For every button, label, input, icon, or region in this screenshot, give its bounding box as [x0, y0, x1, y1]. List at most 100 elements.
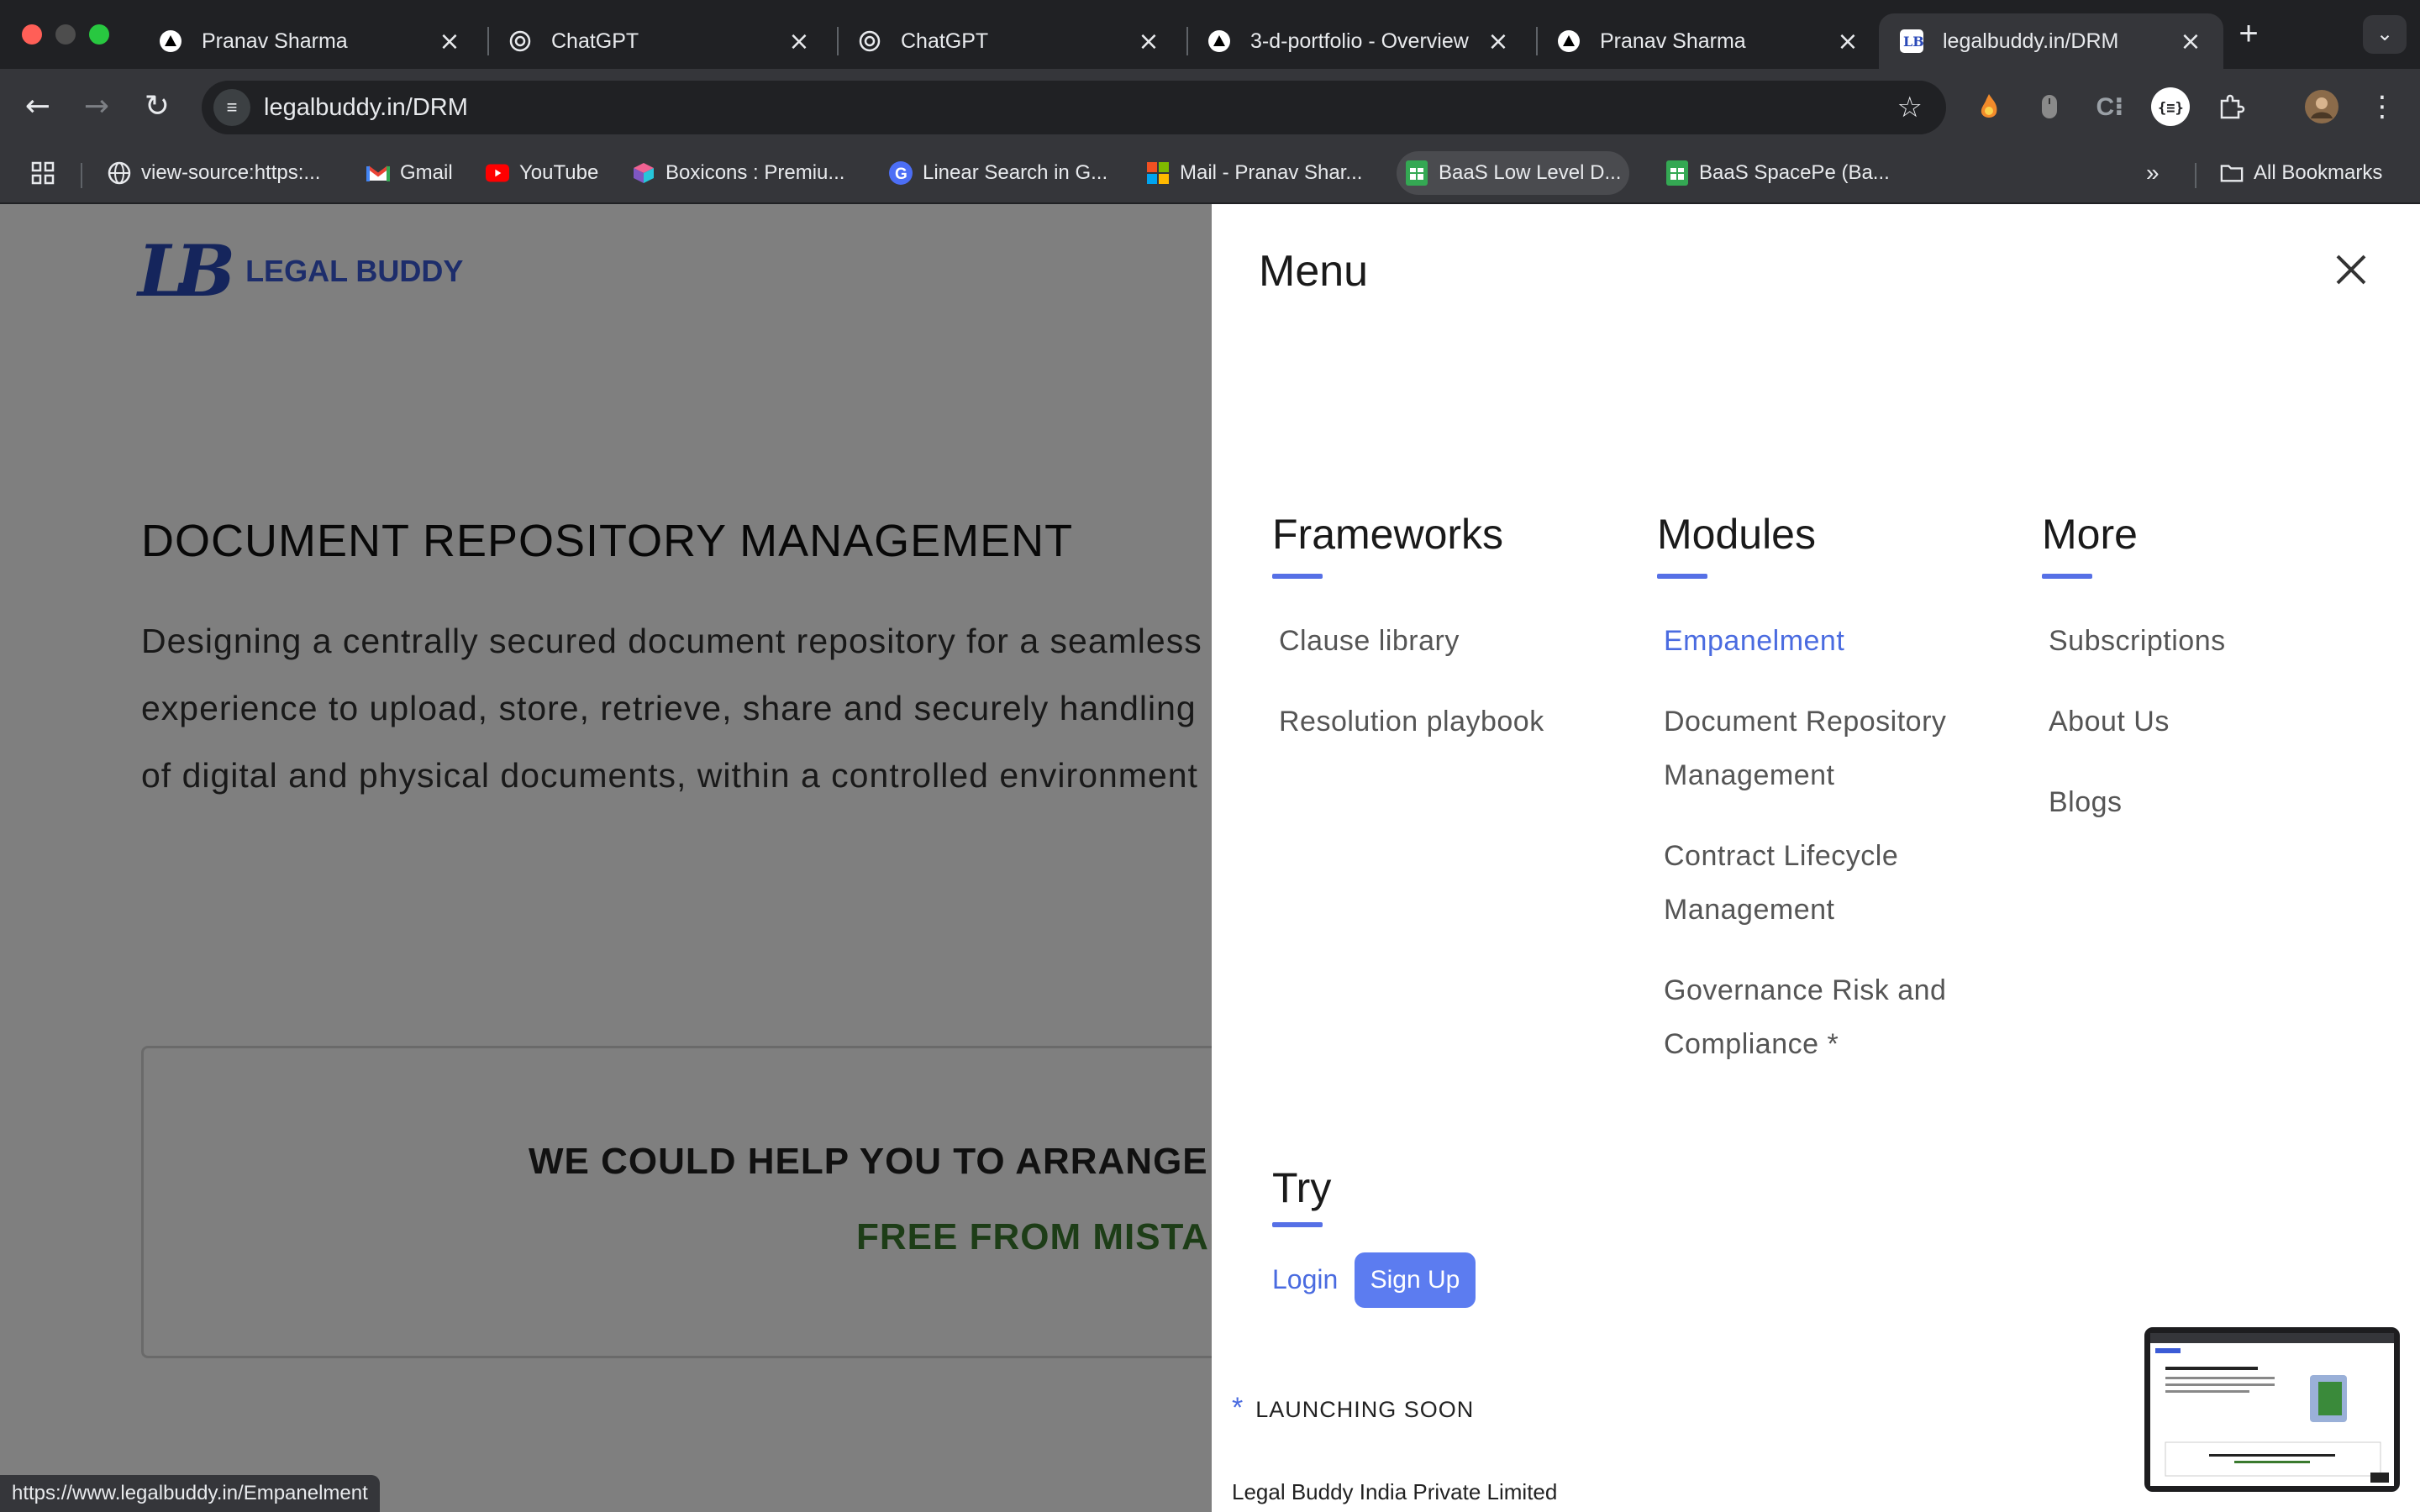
google-icon: G — [889, 161, 913, 185]
browser-toolbar: ← → ↻ ≡ legalbuddy.in/DRM ☆ C⁝ {≡} ⋮ — [0, 69, 2420, 144]
menu-item-resolution-playbook[interactable]: Resolution playbook — [1279, 695, 1642, 748]
menu-item-blogs[interactable]: Blogs — [2049, 775, 2378, 829]
launching-soon-note: * LAUNCHING SOON — [1232, 1392, 1474, 1425]
bookmark-label: Gmail — [400, 161, 453, 184]
profile-avatar[interactable] — [2301, 86, 2343, 128]
column-heading: Frameworks — [1272, 511, 1504, 558]
menu-item-empanelment[interactable]: Empanelment — [1664, 614, 1993, 668]
login-link[interactable]: Login — [1272, 1264, 1338, 1295]
tab-pranav-sharma-1[interactable]: Pranav Sharma × — [138, 13, 482, 69]
close-icon[interactable]: × — [1136, 27, 1161, 56]
folder-icon — [2220, 161, 2244, 185]
triangle-icon — [158, 29, 183, 54]
close-icon[interactable] — [2326, 244, 2376, 295]
url-text[interactable]: legalbuddy.in/DRM — [264, 81, 468, 134]
boxicons-icon — [632, 161, 655, 185]
extension-json-icon[interactable]: {≡} — [2149, 86, 2191, 128]
svg-text:G: G — [895, 165, 908, 183]
address-bar[interactable]: ≡ legalbuddy.in/DRM ☆ — [202, 81, 1946, 134]
forward-button[interactable]: → — [76, 86, 118, 128]
bookmark-youtube[interactable]: YouTube — [477, 151, 607, 195]
heading-underline — [1272, 574, 1323, 579]
bookmark-baas-spacepe[interactable]: BaaS SpacePe (Ba... — [1657, 151, 1898, 195]
bookmark-mail[interactable]: Mail - Pranav Shar... — [1138, 151, 1370, 195]
bookmark-divider — [81, 163, 82, 188]
bookmark-boxicons[interactable]: Boxicons : Premiu... — [623, 151, 853, 195]
bookmark-star-icon[interactable]: ☆ — [1897, 81, 1923, 134]
menu-item-clause-library[interactable]: Clause library — [1279, 614, 1642, 668]
menu-item-about-us[interactable]: About Us — [2049, 695, 2378, 748]
asterisk-marker: * — [1232, 1392, 1244, 1424]
menu-item-contract-lifecycle[interactable]: Contract Lifecycle Management — [1664, 829, 1993, 937]
bookmark-linear-search[interactable]: G Linear Search in G... — [881, 151, 1116, 195]
menu-item-subscriptions[interactable]: Subscriptions — [2049, 614, 2378, 668]
signup-button[interactable]: Sign Up — [1355, 1252, 1476, 1308]
back-button[interactable]: ← — [17, 86, 59, 128]
launching-soon-text: LAUNCHING SOON — [1255, 1397, 1475, 1422]
tab-3d-portfolio[interactable]: 3-d-portfolio - Overview × — [1186, 13, 1531, 69]
tab-title: Pranav Sharma — [1600, 29, 1746, 53]
tab-pranav-sharma-2[interactable]: Pranav Sharma × — [1536, 13, 1881, 69]
company-name: Legal Buddy India Private Limited — [1232, 1479, 1558, 1504]
tab-legalbuddy[interactable]: LB legalbuddy.in/DRM × — [1879, 13, 2223, 69]
tab-chatgpt-1[interactable]: ChatGPT × — [487, 13, 832, 69]
sheets-icon — [1405, 160, 1428, 186]
bookmark-view-source[interactable]: view-source:https:... — [99, 151, 329, 195]
bookmarks-bar: view-source:https:... Gmail YouTube Boxi… — [0, 144, 2420, 203]
bookmark-label: Mail - Pranav Shar... — [1180, 161, 1363, 184]
bookmark-label: BaaS Low Level D... — [1439, 161, 1622, 184]
try-heading: Try — [1272, 1164, 1332, 1211]
bookmark-label: view-source:https:... — [141, 161, 321, 184]
svg-text:{≡}: {≡} — [2158, 100, 2184, 117]
globe-icon — [108, 161, 131, 185]
lb-icon: LB — [1899, 29, 1924, 54]
extension-mouse-icon[interactable] — [2028, 86, 2070, 128]
bookmark-baas-low-level[interactable]: BaaS Low Level D... — [1397, 151, 1630, 195]
svg-text:LB: LB — [1903, 34, 1923, 50]
bookmark-label: Boxicons : Premiu... — [666, 161, 845, 184]
close-window-button[interactable] — [22, 24, 42, 45]
close-icon[interactable]: × — [2178, 27, 2203, 56]
menu-column-more: More Subscriptions About Us Blogs — [2042, 510, 2378, 856]
all-bookmarks-button[interactable]: All Bookmarks — [2212, 151, 2391, 195]
menu-column-frameworks: Frameworks Clause library Resolution pla… — [1272, 510, 1642, 775]
maximize-window-button[interactable] — [89, 24, 109, 45]
close-icon[interactable]: × — [437, 27, 462, 56]
bookmark-gmail[interactable]: Gmail — [358, 151, 461, 195]
extension-fire-icon[interactable] — [1968, 86, 2010, 128]
extension-ci-icon[interactable]: C⁝ — [2089, 86, 2131, 128]
chevron-down-icon[interactable]: ⌄ — [2363, 15, 2407, 54]
tab-title: legalbuddy.in/DRM — [1943, 29, 2119, 53]
bookmarks-overflow-icon[interactable]: » — [2138, 151, 2168, 195]
minimize-window-button[interactable] — [55, 24, 76, 45]
column-heading: Modules — [1657, 511, 1816, 558]
all-bookmarks-label: All Bookmarks — [2254, 161, 2383, 184]
youtube-icon — [486, 161, 509, 185]
tab-title: ChatGPT — [901, 29, 989, 53]
microsoft-icon — [1146, 161, 1170, 185]
tab-chatgpt-2[interactable]: ChatGPT × — [837, 13, 1181, 69]
reload-button[interactable]: ↻ — [136, 86, 178, 128]
close-icon[interactable]: × — [1835, 27, 1860, 56]
kebab-menu-icon[interactable]: ⋮ — [2361, 86, 2403, 128]
new-tab-button[interactable]: + — [2228, 13, 2269, 54]
heading-underline — [2042, 574, 2092, 579]
openai-icon — [857, 29, 882, 54]
column-heading: More — [2042, 511, 2138, 558]
close-icon[interactable]: × — [1486, 27, 1511, 56]
web-page: LB LEGAL BUDDY DOCUMENT REPOSITORY MANAG… — [0, 204, 2420, 1512]
site-info-icon[interactable]: ≡ — [213, 89, 250, 126]
heading-underline — [1657, 574, 1707, 579]
bookmark-label: Linear Search in G... — [923, 161, 1108, 184]
openai-icon — [508, 29, 533, 54]
thumbnail-preview — [2150, 1333, 2394, 1486]
extensions-puzzle-icon[interactable] — [2210, 86, 2252, 128]
apps-grid-icon[interactable] — [22, 151, 64, 195]
close-icon[interactable]: × — [786, 27, 812, 56]
menu-item-governance-risk[interactable]: Governance Risk and Compliance * — [1664, 963, 1993, 1071]
menu-title: Menu — [1259, 247, 1369, 296]
menu-column-modules: Modules Empanelment Document Repository … — [1657, 510, 1993, 1098]
modal-backdrop[interactable] — [0, 204, 1212, 1512]
menu-item-document-repository[interactable]: Document Repository Management — [1664, 695, 1993, 802]
screenshot-thumbnail[interactable] — [2144, 1327, 2400, 1492]
